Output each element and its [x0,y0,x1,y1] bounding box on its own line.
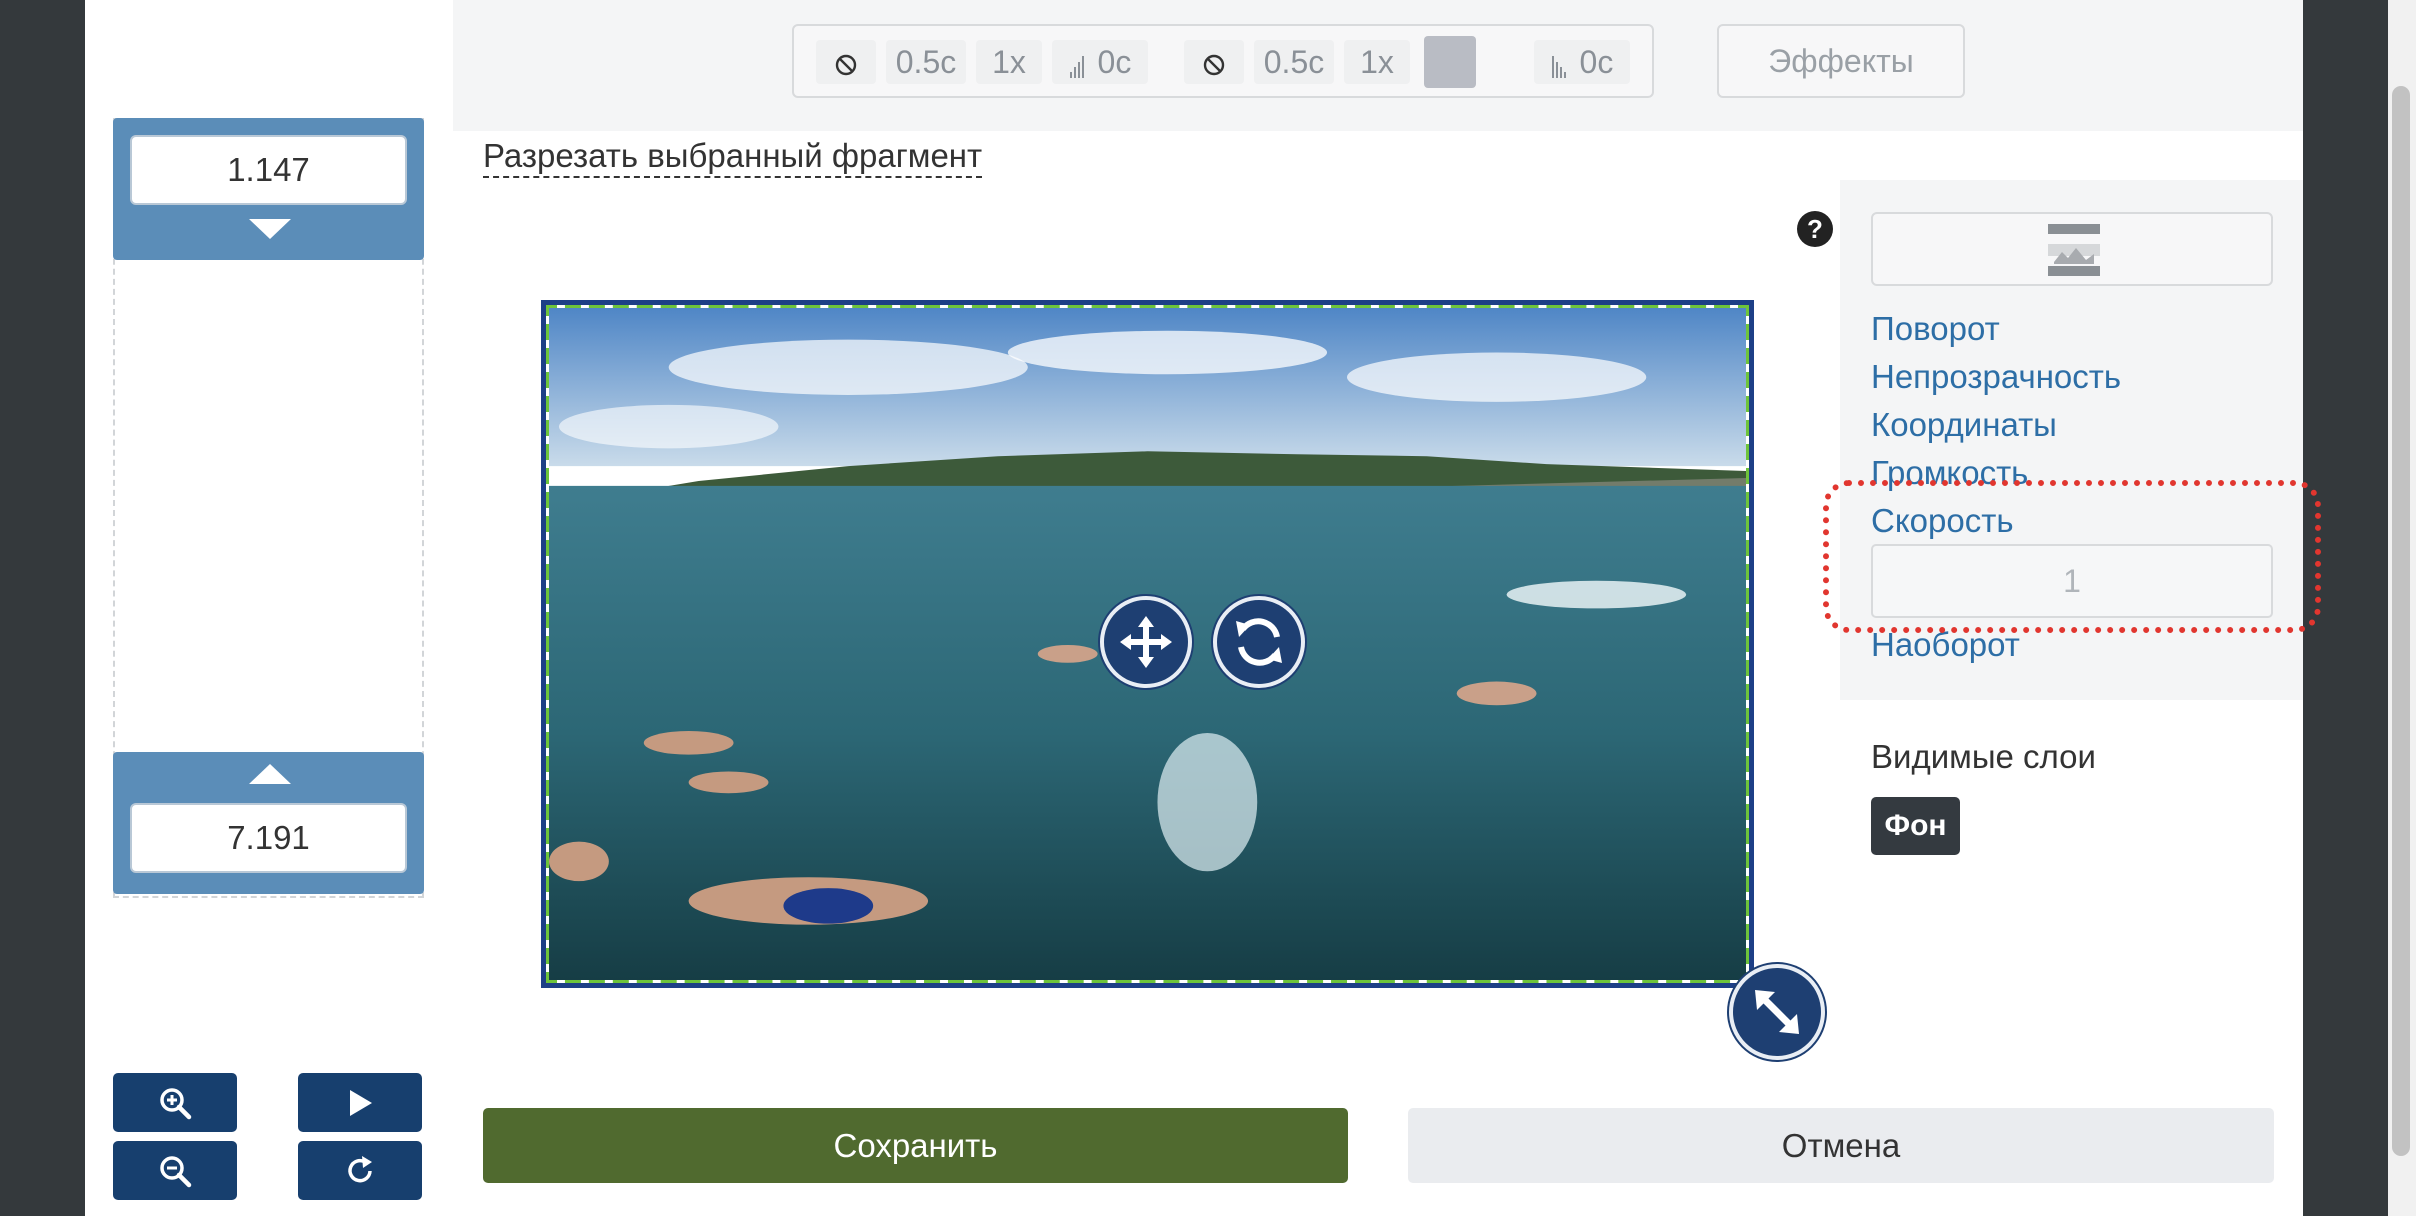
trim-start-input[interactable]: 1.147 [130,135,407,205]
zoom-out-button[interactable] [113,1141,237,1200]
rotation-link[interactable]: Поворот [1871,309,2000,349]
play-icon [350,1089,372,1116]
speed-value: 1x [992,44,1026,80]
mute-icon[interactable] [1184,40,1244,84]
speed-highlight [1823,480,2321,633]
fade-out-button[interactable]: 0c [1052,40,1148,84]
volume-up-icon [1069,55,1084,78]
rotate-button[interactable] [1213,596,1305,688]
cut-fragment-link[interactable]: Разрезать выбранный фрагмент [483,136,983,178]
trim-end-input[interactable]: 7.191 [130,803,407,873]
layer-align-button[interactable] [1871,212,2273,286]
fade-in-value: 0.5c [895,44,957,80]
fade-in-button[interactable]: 0.5c [1254,40,1334,84]
mute-icon[interactable] [816,40,876,84]
zoom-out-icon [160,1155,192,1187]
move-icon [1120,616,1172,668]
layer-position-icon [2048,224,2100,276]
trim-end-handle[interactable]: 7.191 [113,752,424,894]
opacity-link[interactable]: Непрозрачность [1871,357,2121,397]
play-button[interactable] [298,1073,422,1132]
zoom-in-icon [160,1087,192,1119]
fade-in-value: 0.5c [1263,44,1325,80]
save-button[interactable]: Сохранить [483,1108,1348,1183]
sync-icon [1236,618,1282,666]
cancel-button[interactable]: Отмена [1408,1108,2274,1183]
fade-out-value: 0c [1579,44,1614,80]
volume-down-icon [1551,55,1566,78]
fade-out-value: 0c [1097,44,1132,80]
speed-button[interactable]: 1x [976,40,1042,84]
scrollbar-thumb[interactable] [2392,86,2410,1156]
visible-layers-title: Видимые слои [1871,738,2096,775]
fade-in-button[interactable]: 0.5c [886,40,966,84]
coordinates-link[interactable]: Координаты [1871,405,2057,445]
arrow-up-icon [249,764,291,784]
speed-value: 1x [1360,44,1394,80]
layer-chip-background[interactable]: Фон [1871,797,1960,855]
color-swatch[interactable] [1424,36,1476,88]
audio-toolbar: 0.5c 1x 0c 0.5c 1x 0c [792,24,1654,98]
speed-button[interactable]: 1x [1344,40,1410,84]
help-icon[interactable]: ? [1797,211,1833,247]
replay-button[interactable] [298,1141,422,1200]
arrow-down-icon [249,219,291,239]
resize-handle[interactable] [1729,964,1825,1060]
move-button[interactable] [1100,596,1192,688]
resize-icon [1755,990,1799,1034]
trim-start-handle[interactable]: 1.147 [113,118,424,260]
fade-out-button[interactable]: 0c [1534,40,1630,84]
zoom-in-button[interactable] [113,1073,237,1132]
effects-button[interactable]: Эффекты [1717,24,1965,98]
refresh-icon [348,1155,372,1182]
